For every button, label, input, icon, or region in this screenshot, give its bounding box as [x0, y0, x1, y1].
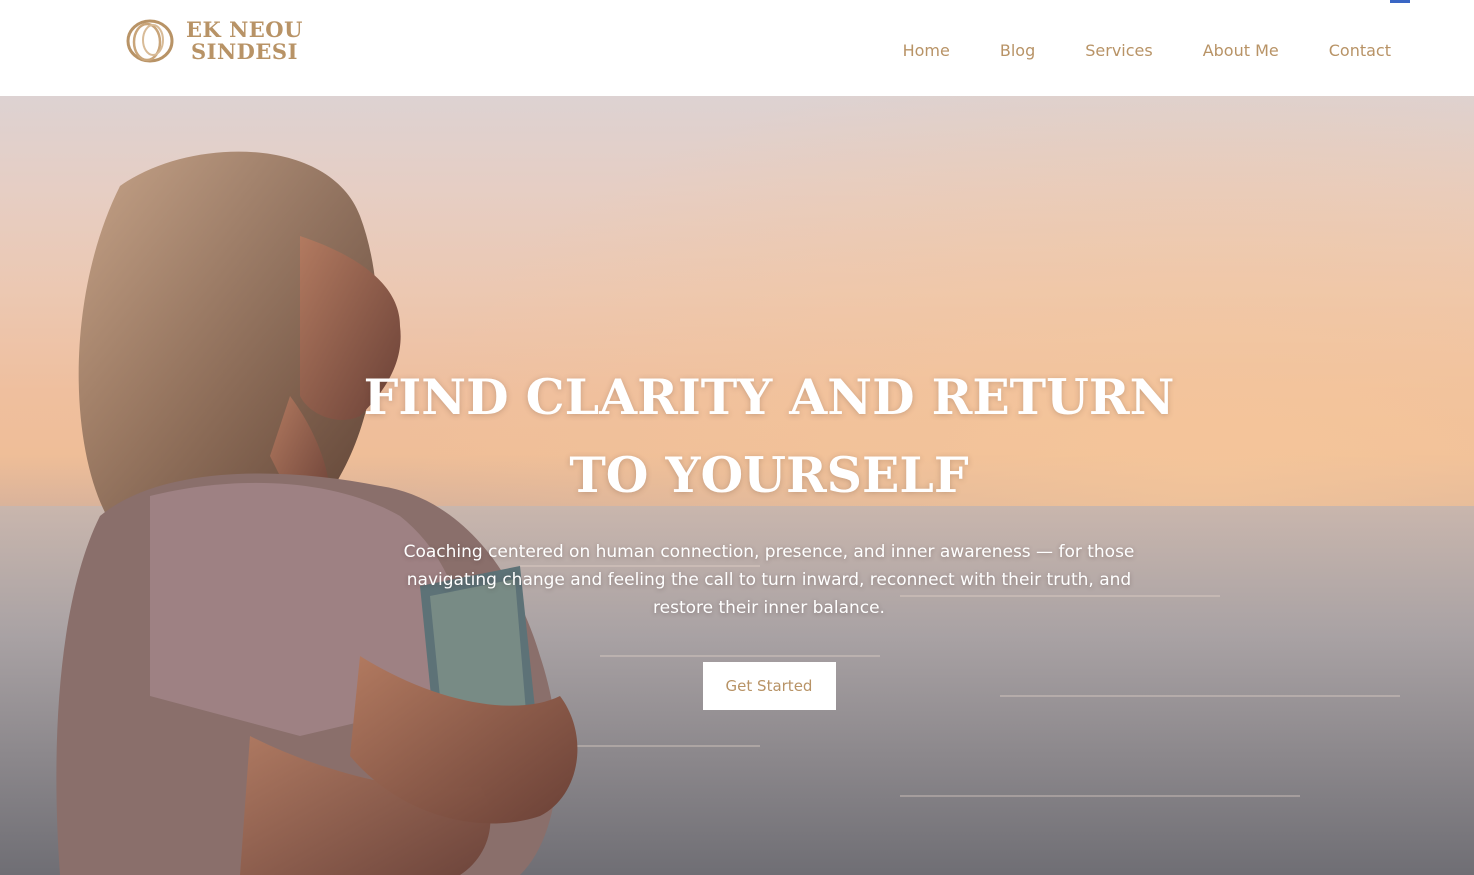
hero-subtitle: Coaching centered on human connection, p… — [403, 542, 1135, 618]
logo-wordmark: EK NEOU SINDESI — [186, 19, 303, 63]
get-started-button[interactable]: Get Started — [702, 662, 836, 710]
nav-services[interactable]: Services — [1085, 38, 1152, 64]
nav-home[interactable]: Home — [903, 38, 950, 64]
logo-line-2: SINDESI — [191, 39, 298, 64]
menu-indicator-line — [1390, 0, 1410, 3]
nav-contact[interactable]: Contact — [1329, 38, 1391, 64]
hero-content: FIND CLARITY AND RETURN TO YOURSELF Coac… — [360, 358, 1178, 710]
hero-title: FIND CLARITY AND RETURN TO YOURSELF — [360, 358, 1178, 514]
hero-section: FIND CLARITY AND RETURN TO YOURSELF Coac… — [0, 96, 1474, 875]
nav-blog[interactable]: Blog — [1000, 38, 1035, 64]
site-header: EK NEOU SINDESI Home Blog Services About… — [0, 0, 1474, 96]
hero-title-line-2: TO YOURSELF — [569, 446, 969, 504]
logo-line-1: EK NEOU — [186, 17, 303, 42]
nav-about-me[interactable]: About Me — [1203, 38, 1279, 64]
hero-title-line-1: FIND CLARITY AND RETURN — [363, 368, 1175, 426]
intertwined-rings-logo-icon — [126, 19, 174, 63]
logo-link[interactable]: EK NEOU SINDESI — [124, 16, 303, 66]
main-nav: Home Blog Services About Me Contact — [903, 38, 1391, 64]
